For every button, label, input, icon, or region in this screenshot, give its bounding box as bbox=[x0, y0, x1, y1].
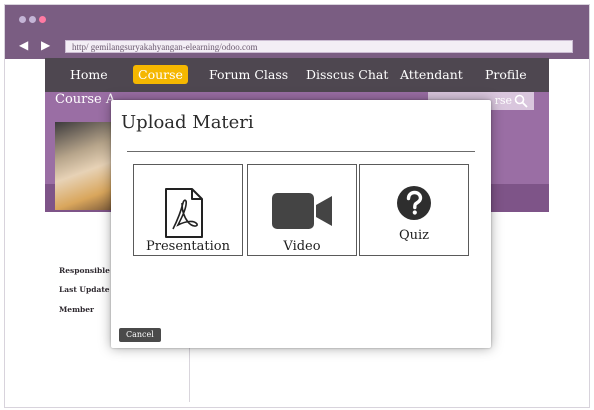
responsible-label: Responsible bbox=[59, 266, 110, 275]
main-nav: Home Course Forum Class Disscus Chat Att… bbox=[45, 58, 549, 92]
nav-attendant[interactable]: Attendant bbox=[400, 67, 463, 82]
search-icon[interactable] bbox=[514, 94, 528, 108]
video-camera-icon bbox=[272, 193, 332, 229]
course-title: Course A bbox=[55, 92, 116, 107]
browser-titlebar bbox=[5, 5, 589, 31]
cancel-button[interactable]: Cancel bbox=[119, 328, 161, 342]
address-bar: ◀ ▶ http/ gemilangsuryakahyangan-elearni… bbox=[5, 31, 589, 59]
nav-profile[interactable]: Profile bbox=[485, 67, 527, 82]
question-mark-icon bbox=[397, 186, 431, 220]
url-field[interactable]: http/ gemilangsuryakahyangan-elearning/o… bbox=[65, 40, 573, 53]
nav-disscus-chat[interactable]: Disscus Chat bbox=[306, 67, 388, 82]
forward-icon[interactable]: ▶ bbox=[41, 38, 50, 52]
window-dot-3[interactable] bbox=[39, 16, 46, 23]
window-dot-1[interactable] bbox=[19, 16, 26, 23]
modal-title: Upload Materi bbox=[121, 112, 254, 133]
quiz-label: Quiz bbox=[398, 228, 430, 243]
modal-divider bbox=[127, 151, 475, 152]
video-option[interactable]: Video bbox=[247, 164, 357, 256]
quiz-option[interactable]: Quiz bbox=[359, 164, 469, 256]
upload-materi-modal: Upload Materi Presentation Video Quiz Ca… bbox=[111, 100, 491, 348]
nav-home[interactable]: Home bbox=[70, 67, 108, 82]
member-label: Member bbox=[59, 305, 94, 314]
pdf-file-icon bbox=[165, 188, 203, 238]
course-image bbox=[55, 122, 115, 210]
back-icon[interactable]: ◀ bbox=[19, 38, 28, 52]
presentation-option[interactable]: Presentation bbox=[133, 164, 243, 256]
presentation-label: Presentation bbox=[146, 239, 230, 254]
window-dot-2[interactable] bbox=[29, 16, 36, 23]
video-label: Video bbox=[283, 239, 321, 254]
last-update-label: Last Update bbox=[59, 285, 110, 294]
nav-course[interactable]: Course bbox=[133, 65, 188, 84]
nav-forum-class[interactable]: Forum Class bbox=[209, 67, 288, 82]
